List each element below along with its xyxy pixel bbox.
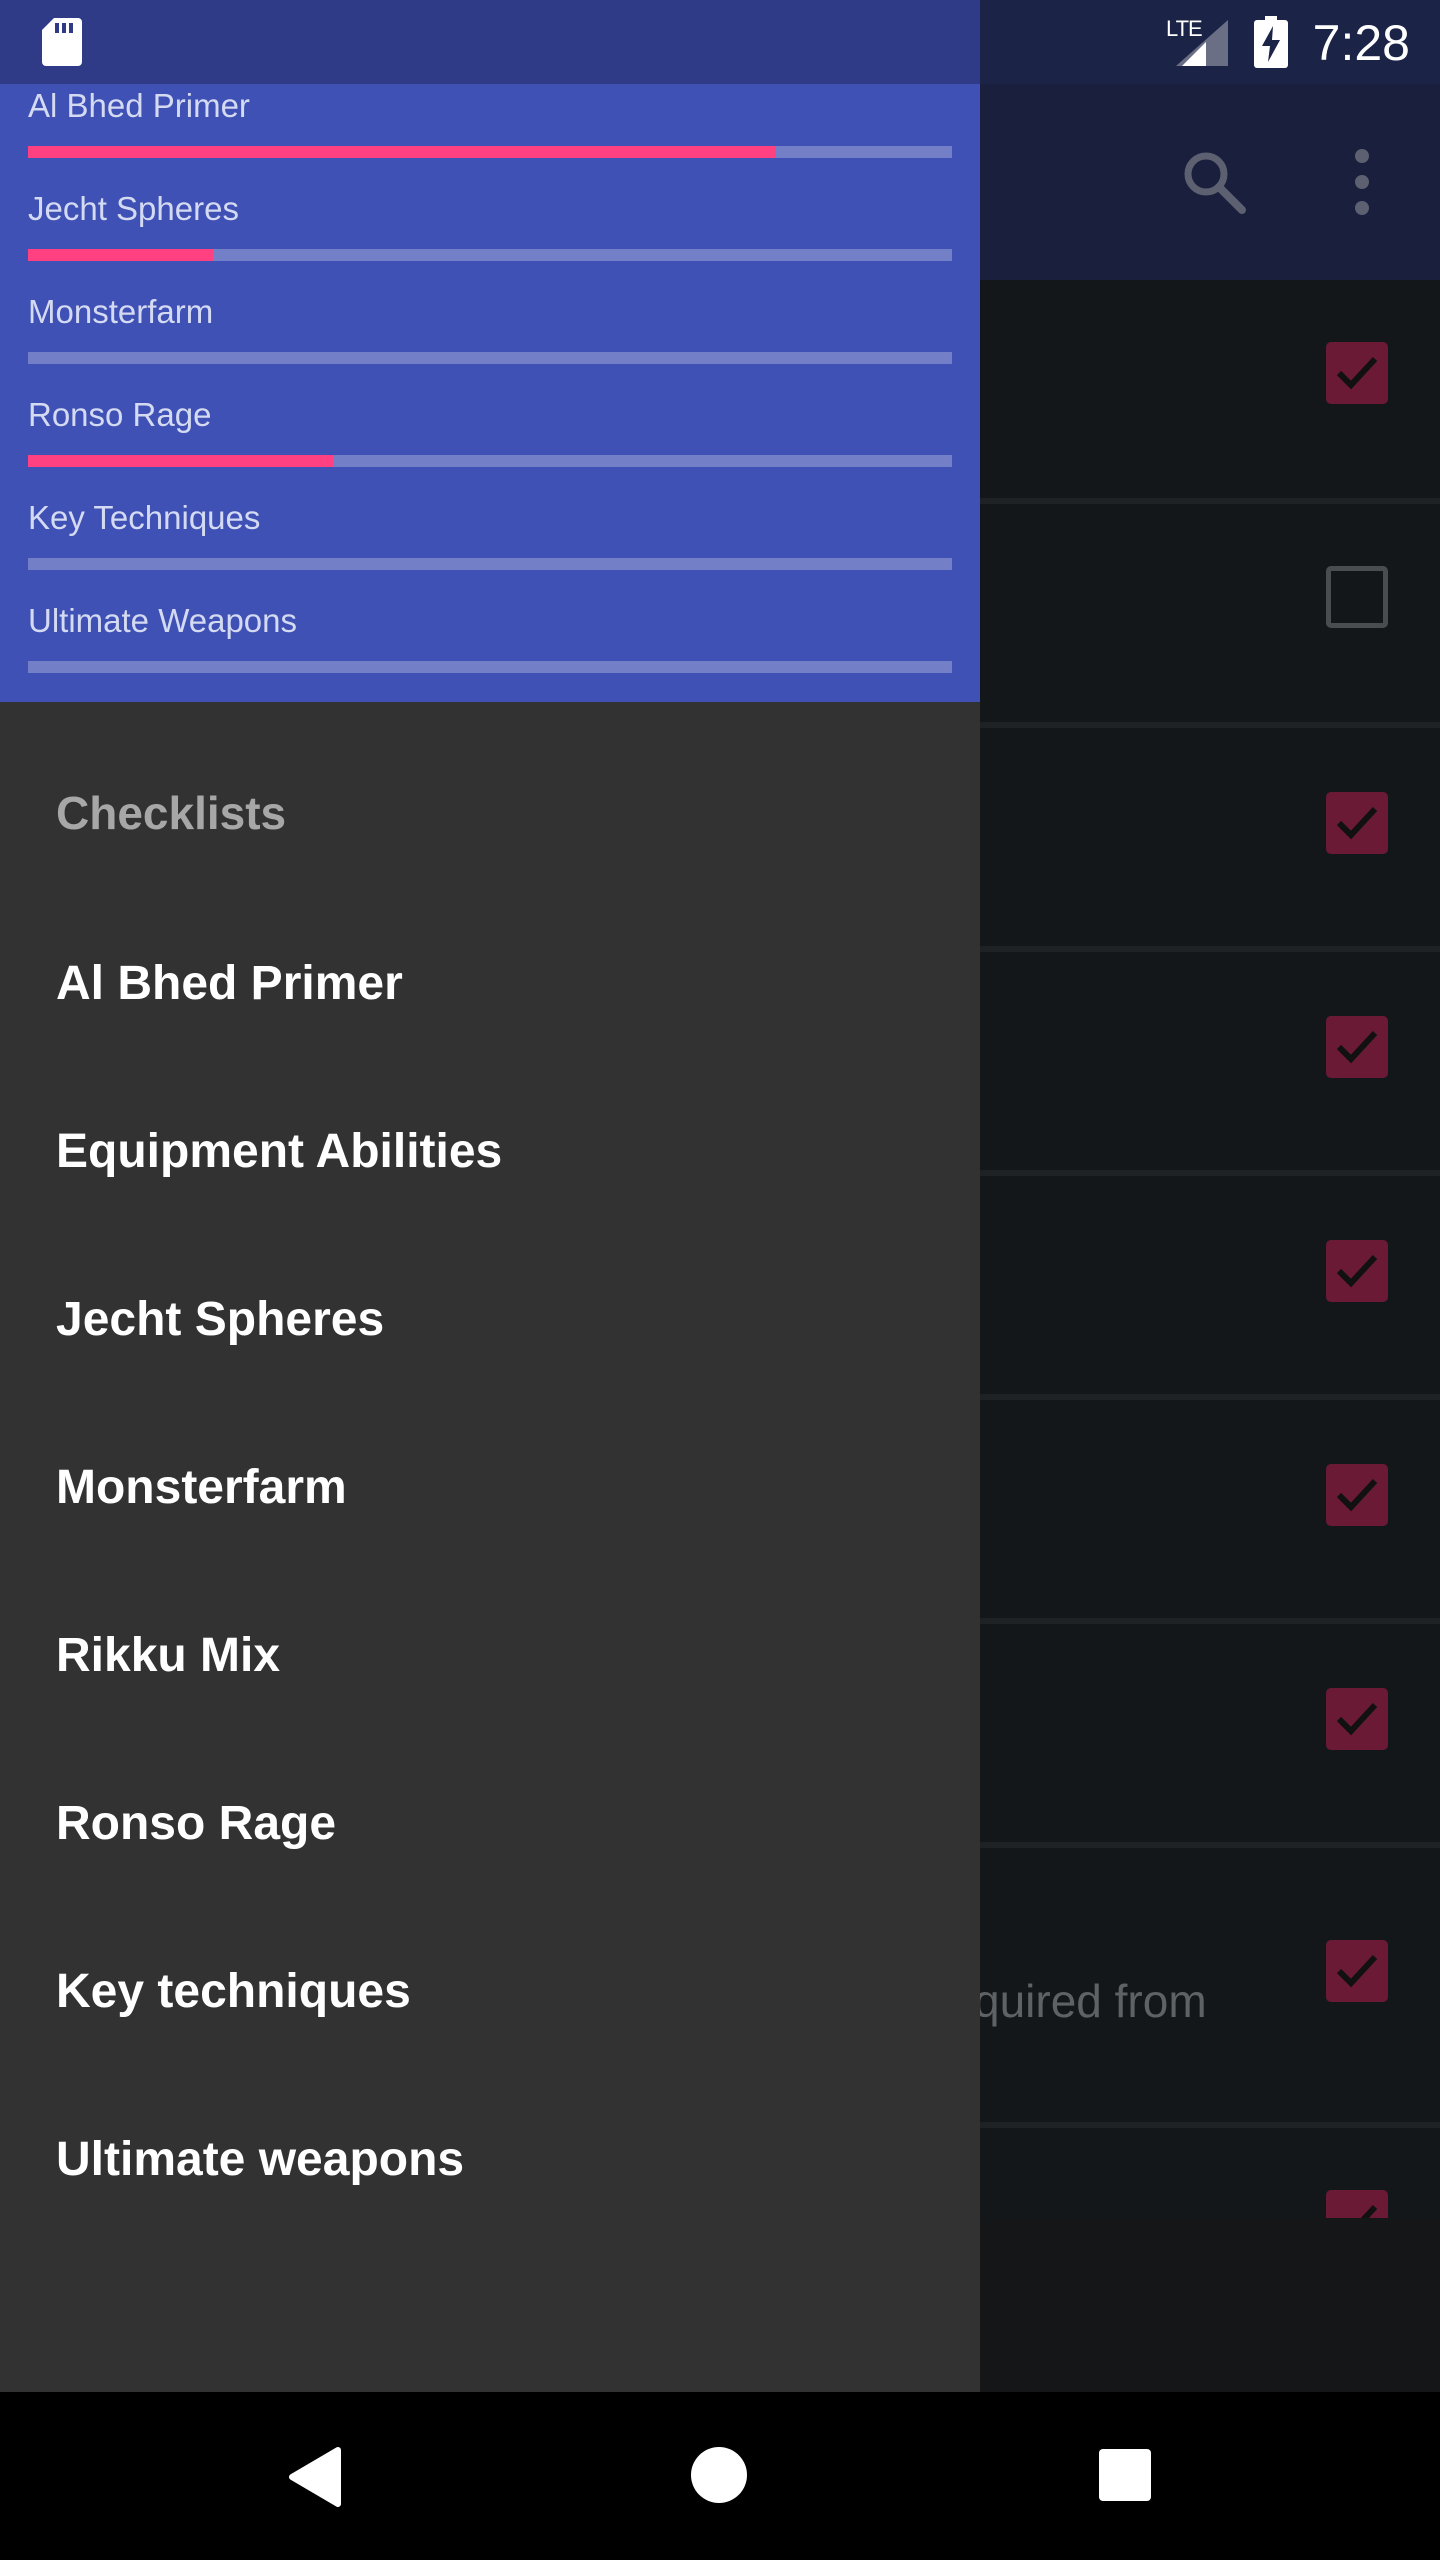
progress-item-al-bhed-primer: Al Bhed Primer [28,84,952,158]
more-vert-icon[interactable] [1346,148,1378,216]
progress-track [28,661,952,673]
drawer-header: Al Bhed Primer Jecht Spheres Monsterfarm… [0,84,980,702]
drawer-item-ultimate-weapons[interactable]: Ultimate weapons [0,2076,980,2244]
progress-fill [28,249,213,261]
row-checkbox-checked[interactable] [1326,792,1388,854]
row-checkbox-checked[interactable] [1326,1016,1388,1078]
progress-track [28,455,952,467]
check-icon [1336,1702,1378,1736]
drawer-item-label: Rikku Mix [56,1629,281,1682]
recents-icon[interactable] [1098,2448,1152,2502]
progress-item-jecht-spheres: Jecht Spheres [28,187,952,261]
row-checkbox-checked[interactable] [1326,1688,1388,1750]
progress-label: Ultimate Weapons [28,602,298,639]
drawer-item-label: Al Bhed Primer [56,957,403,1010]
progress-track [28,146,952,158]
row-description: quired from [974,1975,1207,2027]
drawer-item-label: Ronso Rage [56,1797,337,1850]
battery-charging-icon [1254,16,1288,68]
drawer-item-rikku-mix[interactable]: Rikku Mix [0,1572,980,1740]
drawer-item-al-bhed-primer[interactable]: Al Bhed Primer [0,900,980,1068]
status-clock: 7:28 [1312,15,1410,71]
progress-item-ronso-rage: Ronso Rage [28,393,952,467]
progress-label: Al Bhed Primer [28,87,250,124]
check-icon [1336,356,1378,390]
progress-fill [28,146,777,158]
progress-fill [28,455,333,467]
progress-item-ultimate-weapons: Ultimate Weapons [28,599,952,673]
progress-item-monsterfarm: Monsterfarm [28,290,952,364]
drawer-item-equipment-abilities[interactable]: Equipment Abilities [0,1068,980,1236]
progress-track [28,558,952,570]
row-checkbox-unchecked[interactable] [1326,566,1388,628]
check-icon [1336,1254,1378,1288]
drawer-item-label: Monsterfarm [56,1461,347,1514]
drawer-item-label: Jecht Spheres [56,1293,385,1346]
check-icon [1336,1030,1378,1064]
signal-icon [1176,20,1228,66]
check-icon [1336,1954,1378,1988]
progress-label: Ronso Rage [28,396,212,433]
progress-track [28,249,952,261]
row-checkbox-checked[interactable] [1326,1464,1388,1526]
navigation-drawer: Al Bhed Primer Jecht Spheres Monsterfarm… [0,0,980,2392]
progress-label: Monsterfarm [28,293,214,330]
drawer-item-key-techniques[interactable]: Key techniques [0,1908,980,2076]
drawer-item-jecht-spheres[interactable]: Jecht Spheres [0,1236,980,1404]
check-icon [1336,1478,1378,1512]
row-checkbox-checked[interactable] [1326,1240,1388,1302]
drawer-item-label: Ultimate weapons [56,2133,465,2186]
status-bar: LTE 7:28 [0,0,1440,84]
search-icon[interactable] [1182,150,1246,214]
drawer-item-label: Equipment Abilities [56,1125,503,1178]
drawer-item-label: Key techniques [56,1965,411,2018]
status-bar-drawer-scrim [0,0,980,84]
row-checkbox-checked[interactable] [1326,342,1388,404]
progress-label: Key Techniques [28,499,261,536]
drawer-item-monsterfarm[interactable]: Monsterfarm [0,1404,980,1572]
section-title-checklists: Checklists [56,787,287,839]
progress-label: Jecht Spheres [28,190,239,227]
check-icon [1336,806,1378,840]
progress-item-key-techniques: Key Techniques [28,496,952,570]
back-icon[interactable] [286,2446,344,2508]
drawer-item-ronso-rage[interactable]: Ronso Rage [0,1740,980,1908]
progress-track [28,352,952,364]
sd-card-icon [42,18,82,66]
home-icon[interactable] [690,2446,748,2504]
row-checkbox-checked[interactable] [1326,1940,1388,2002]
